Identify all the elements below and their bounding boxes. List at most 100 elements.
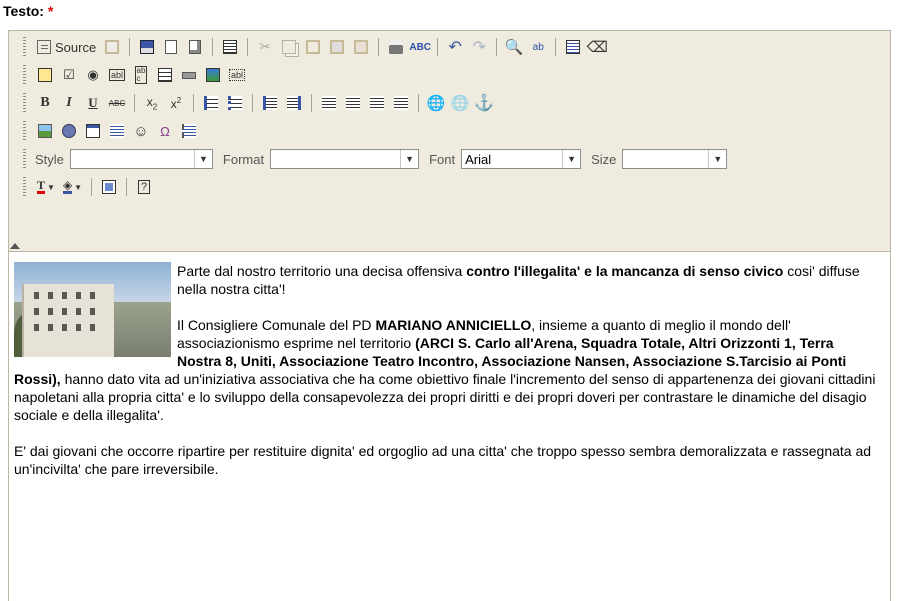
horizontal-rule-button[interactable] <box>106 120 128 142</box>
textfield-button[interactable]: abl <box>106 64 128 86</box>
smiley-button[interactable]: ☺ <box>130 120 152 142</box>
replace-button[interactable]: ab <box>527 36 549 58</box>
cut-button[interactable]: ✂ <box>254 36 276 58</box>
undo-button[interactable]: ↶ <box>444 36 466 58</box>
paste-button[interactable] <box>101 36 123 58</box>
bold-button[interactable]: B <box>34 92 56 114</box>
editor-content-area[interactable]: Parte dal nostro territorio una decisa o… <box>8 252 891 601</box>
format-select[interactable]: ▼ <box>270 149 420 169</box>
bg-color-button[interactable]: ◈ ▼ <box>60 176 85 198</box>
toolbar-grip[interactable] <box>23 121 26 141</box>
justify-button[interactable] <box>390 92 412 114</box>
checkbox-button[interactable]: ☑ <box>58 64 80 86</box>
unlink-button[interactable]: 🌐 <box>449 92 471 114</box>
button-icon <box>182 71 196 79</box>
strike-button[interactable]: ABC <box>106 92 128 114</box>
source-icon <box>37 40 51 54</box>
save-button[interactable] <box>136 36 158 58</box>
radio-button[interactable]: ◉ <box>82 64 104 86</box>
toolbar-separator <box>437 38 439 56</box>
preview-icon <box>189 40 202 54</box>
toolbar-grip[interactable] <box>23 149 26 169</box>
paragraph-2-text: Il Consigliere Comunale del PD <box>177 317 376 333</box>
new-page-button[interactable] <box>160 36 182 58</box>
form-button[interactable] <box>34 64 56 86</box>
chevron-down-icon: ▼ <box>74 182 83 192</box>
toolbar-grip[interactable] <box>23 93 26 113</box>
photo-building <box>22 284 114 357</box>
hidden-field-button[interactable]: abl <box>226 64 248 86</box>
maximize-button[interactable] <box>98 176 120 198</box>
chevron-down-icon[interactable]: ▼ <box>562 150 580 168</box>
superscript-button[interactable]: x2 <box>165 92 187 114</box>
align-left-button[interactable] <box>318 92 340 114</box>
editor-content[interactable]: Parte dal nostro territorio una decisa o… <box>14 262 876 496</box>
select-all-icon <box>566 40 581 54</box>
font-select[interactable]: Arial ▼ <box>461 149 582 169</box>
paste-text-icon <box>306 40 321 54</box>
toolbar-separator <box>212 38 214 56</box>
text-color-icon: T <box>37 178 46 194</box>
copy-icon <box>282 40 297 54</box>
toolbar-grip[interactable] <box>23 177 26 197</box>
unlink-icon: 🌐 <box>450 95 470 112</box>
spellcheck-button[interactable]: ABC <box>409 36 431 58</box>
horizontal-rule-icon <box>110 124 124 138</box>
outdent-button[interactable] <box>259 92 281 114</box>
subscript-button[interactable]: x2 <box>141 92 163 114</box>
about-button[interactable]: ? <box>133 176 155 198</box>
remove-format-button[interactable]: ⌫ <box>586 36 608 58</box>
bulleted-list-button[interactable] <box>224 92 246 114</box>
anchor-icon: ⚓ <box>474 95 494 112</box>
paste-text-button[interactable] <box>302 36 324 58</box>
maximize-icon <box>102 180 117 194</box>
underline-button[interactable]: U <box>82 92 104 114</box>
print-button[interactable] <box>385 36 407 58</box>
paste-special-button[interactable] <box>350 36 372 58</box>
toolbar-separator <box>378 38 380 56</box>
link-button[interactable]: 🌐 <box>425 92 447 114</box>
select-button[interactable] <box>154 64 176 86</box>
copy-button[interactable] <box>278 36 300 58</box>
button-button[interactable] <box>178 64 200 86</box>
textarea-button[interactable]: ab c <box>130 64 152 86</box>
italic-button[interactable]: I <box>58 92 80 114</box>
chevron-down-icon[interactable]: ▼ <box>708 150 726 168</box>
page-break-button[interactable] <box>178 120 200 142</box>
toolbar-row-1: Source ✂ ABC ↶ ↷ 🔍 ab ⌫ <box>23 34 609 60</box>
toolbar-grip[interactable] <box>23 37 26 57</box>
chevron-down-icon[interactable]: ▼ <box>193 150 212 168</box>
text-color-button[interactable]: T ▼ <box>34 176 58 198</box>
anchor-button[interactable]: ⚓ <box>473 92 495 114</box>
align-right-icon <box>370 96 384 110</box>
find-button[interactable]: 🔍 <box>503 36 525 58</box>
toolbar-grip[interactable] <box>23 65 26 85</box>
numbered-list-button[interactable] <box>200 92 222 114</box>
preview-button[interactable] <box>184 36 206 58</box>
replace-icon: ab <box>532 41 544 53</box>
chevron-down-icon[interactable]: ▼ <box>400 150 418 168</box>
align-center-button[interactable] <box>342 92 364 114</box>
indent-button[interactable] <box>283 92 305 114</box>
special-char-button[interactable]: Ω <box>154 120 176 142</box>
size-label: Size <box>591 151 617 167</box>
collapse-toolbar-icon[interactable] <box>10 243 20 249</box>
redo-button[interactable]: ↷ <box>468 36 490 58</box>
source-button[interactable]: Source <box>34 36 99 58</box>
table-button[interactable] <box>82 120 104 142</box>
templates-button[interactable] <box>219 36 241 58</box>
align-right-button[interactable] <box>366 92 388 114</box>
flash-button[interactable] <box>58 120 80 142</box>
select-all-button[interactable] <box>562 36 584 58</box>
page-break-icon <box>182 124 196 138</box>
style-select[interactable]: ▼ <box>69 149 213 169</box>
image-button[interactable] <box>34 120 56 142</box>
paste-word-button[interactable] <box>326 36 348 58</box>
image-button-button[interactable] <box>202 64 224 86</box>
numbered-list-icon <box>204 96 218 110</box>
size-select[interactable]: ▼ <box>622 149 728 169</box>
smiley-icon: ☺ <box>133 122 149 140</box>
paragraph-1-text: Parte dal nostro territorio una decisa o… <box>177 263 467 279</box>
image-button-icon <box>206 68 220 82</box>
outdent-icon <box>263 96 277 110</box>
